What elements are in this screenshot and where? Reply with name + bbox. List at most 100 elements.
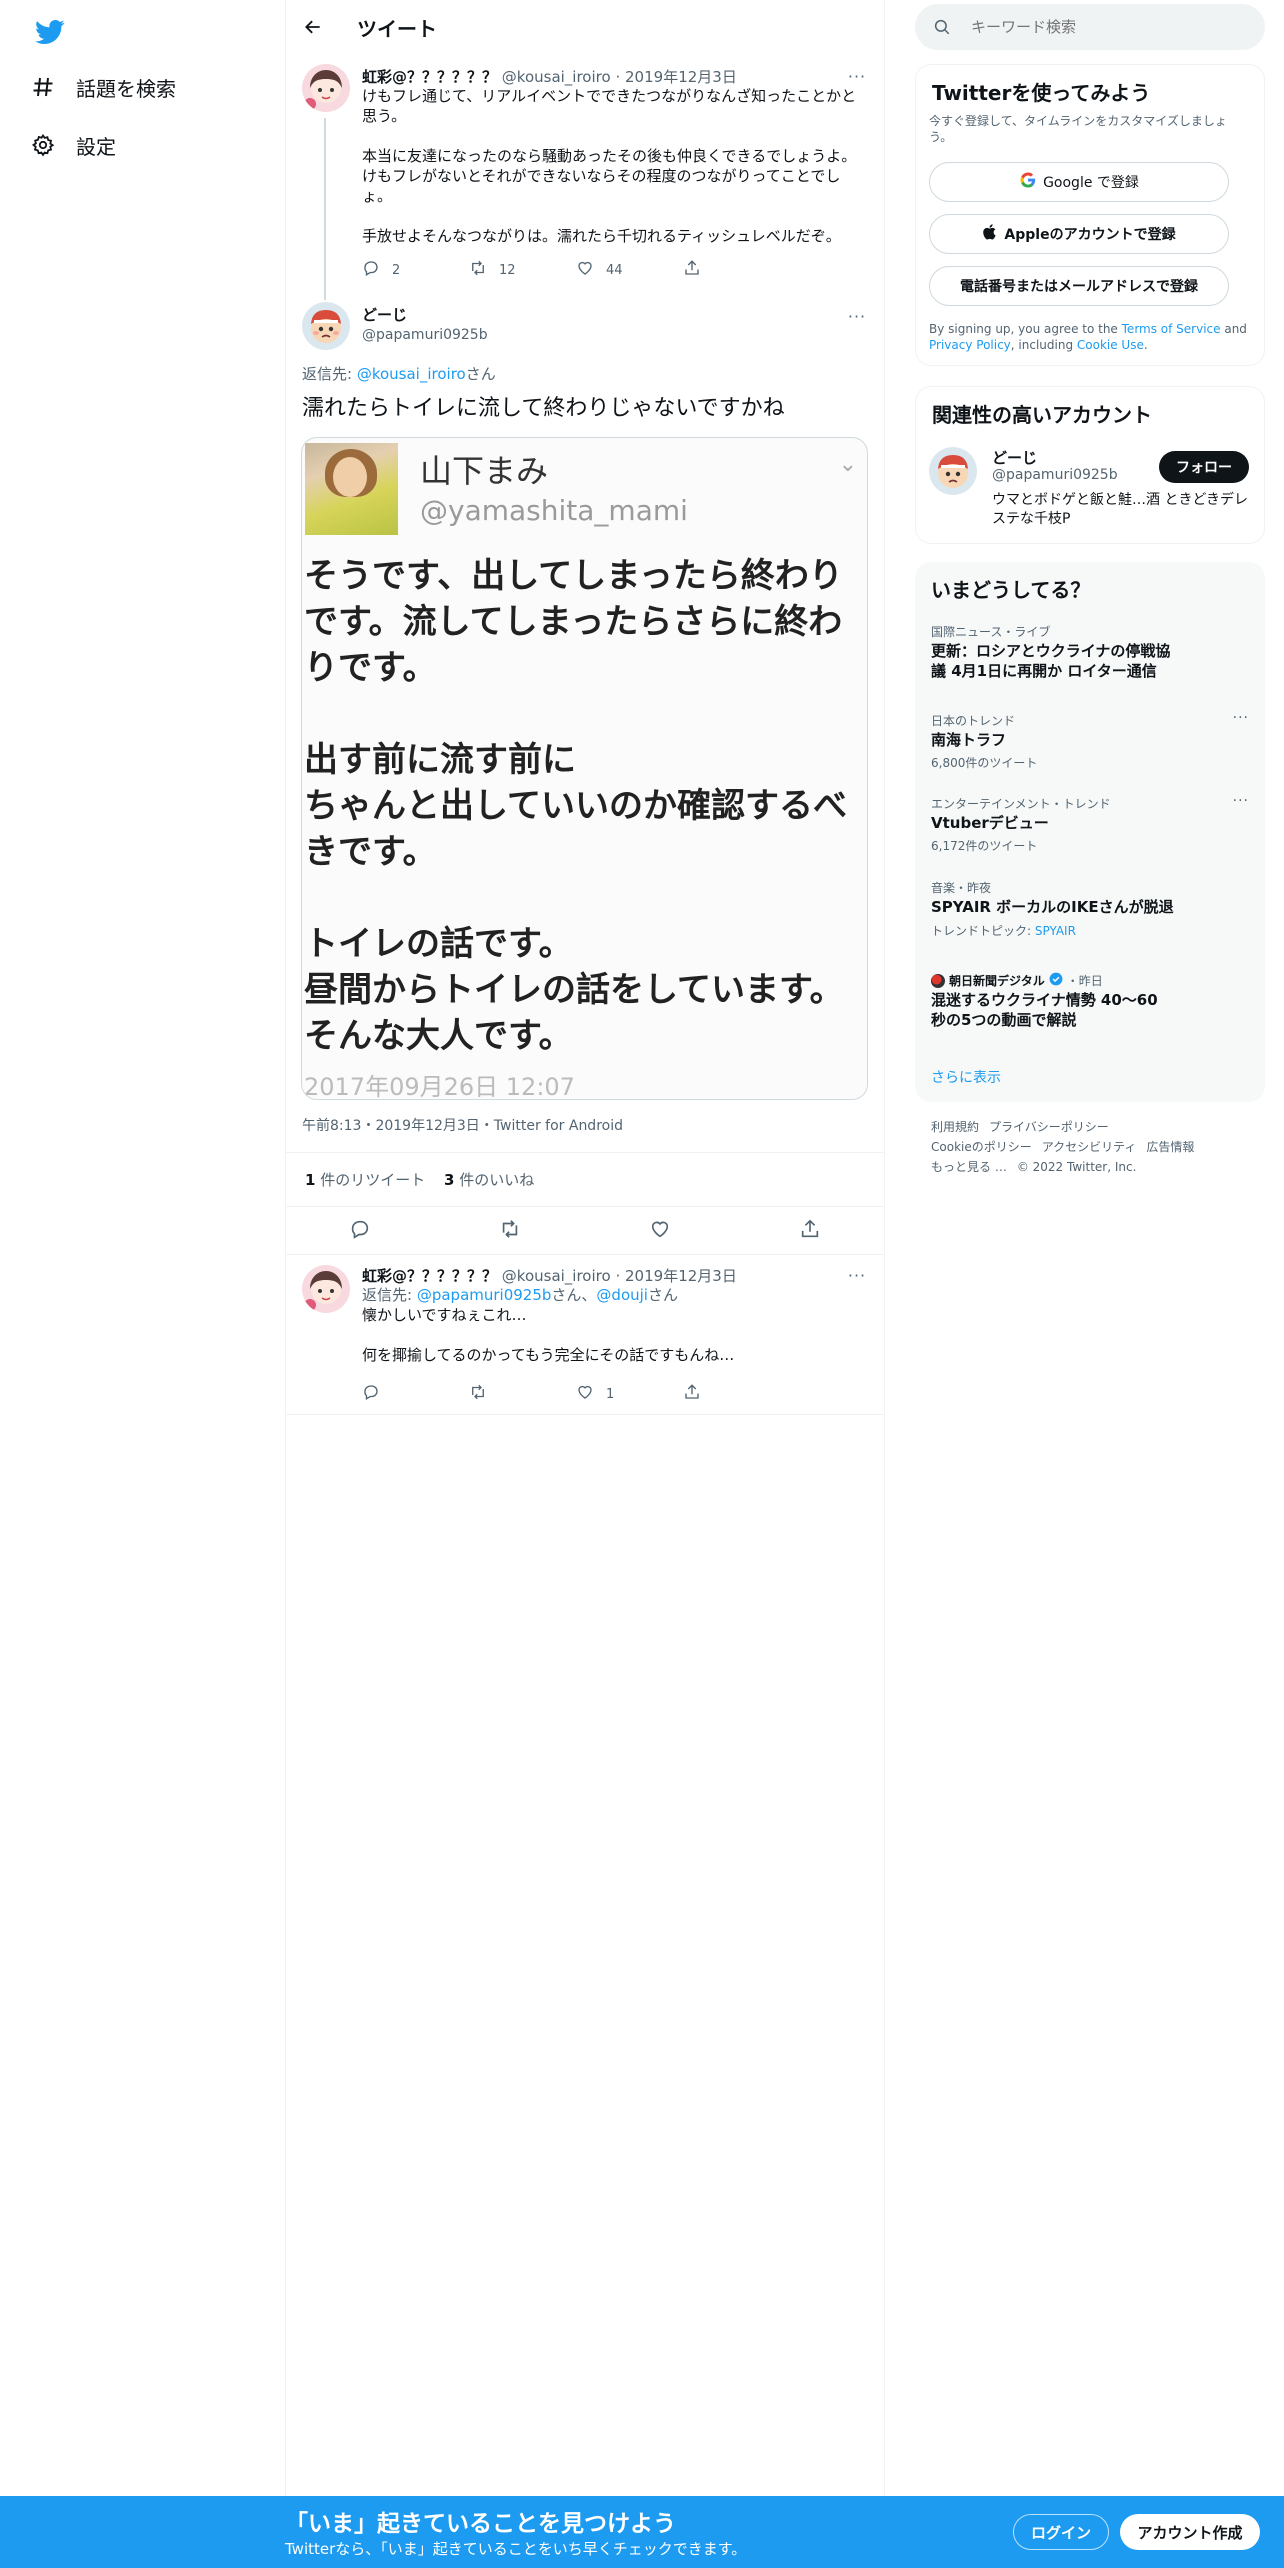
share-icon — [683, 1383, 701, 1405]
tweet-author-handle[interactable]: @papamuri0925b — [362, 327, 488, 343]
trend-category: エンターテインメント・トレンド — [931, 797, 1111, 811]
reply-button[interactable]: 2 — [362, 259, 469, 281]
reply-icon[interactable] — [345, 1214, 375, 1244]
like-button[interactable]: 44 — [576, 259, 683, 281]
tweet-text-line: 手放せよそんなつながりは。濡れたら千切れるティッシュレベルだぞ。 — [362, 227, 841, 245]
reply-to-link[interactable]: @douji — [596, 1286, 648, 1304]
focused-tweet-actions — [285, 1214, 885, 1244]
reply-button[interactable] — [362, 1383, 469, 1405]
avatar[interactable] — [302, 302, 350, 350]
cookie-link[interactable]: Cookie Use — [1077, 338, 1144, 352]
search-icon — [933, 18, 951, 36]
footer-link[interactable]: 利用規約 — [931, 1120, 979, 1134]
signup-legal: By signing up, you agree to the Terms of… — [929, 322, 1247, 352]
bottom-signup-bar: 「いま」起きていることを見つけよう Twitterなら、「いま」起きていることを… — [0, 2496, 1284, 2568]
apple-signup-button[interactable]: Appleのアカウントで登録 — [929, 214, 1229, 254]
tweet-author-name[interactable]: 虹彩@？？？？？？ — [362, 1267, 497, 1285]
trend-title[interactable]: Vtuberデビュー — [931, 813, 1049, 833]
bottom-bar-title: 「いま」起きていることを見つけよう — [285, 2511, 676, 2537]
like-stat[interactable]: 3 件のいいね — [444, 1171, 534, 1189]
tweet-author-name[interactable]: どーじ — [362, 304, 488, 325]
tweet-author-name[interactable]: 虹彩@？？？？？？ — [362, 68, 497, 86]
more-options-icon[interactable]: ··· — [847, 1265, 867, 1285]
avatar[interactable] — [302, 1265, 350, 1313]
trends-title: いまどうしてる？ — [931, 578, 1091, 602]
login-button[interactable]: ログイン — [1013, 2514, 1109, 2550]
parent-tweet[interactable]: 虹彩@？？？？？？ @kousai_iroiro · 2019年12月3日 ··… — [285, 54, 885, 300]
reply-to-link[interactable]: @kousai_iroiro — [357, 365, 466, 383]
like-button[interactable]: 1 — [576, 1383, 683, 1405]
reply-to-link[interactable]: @papamuri0925b — [417, 1286, 552, 1304]
trend-title[interactable]: SPYAIR ボーカルのIKEさんが脱退 — [931, 897, 1174, 917]
trend-title[interactable]: 更新：ロシアとウクライナの停戦協議 4月1日に再開か ロイター通信 — [931, 641, 1181, 681]
trend-category: 国際ニュース・ライブ — [931, 625, 1051, 639]
news-source-name[interactable]: 朝日新聞デジタル — [949, 972, 1045, 989]
apple-icon — [982, 223, 998, 245]
footer-link[interactable]: プライバシーポリシー — [989, 1120, 1109, 1134]
related-handle[interactable]: @papamuri0925b — [992, 467, 1118, 483]
trend-title[interactable]: 南海トラフ — [931, 730, 1006, 750]
follow-button[interactable]: フォロー — [1159, 451, 1249, 483]
tweet-stats: 1 件のリツイート 3 件のいいね — [305, 1169, 534, 1190]
more-options-icon[interactable]: ··· — [1233, 710, 1249, 726]
signup-button[interactable]: アカウント作成 — [1120, 2514, 1260, 2550]
share-button[interactable] — [683, 259, 790, 281]
related-name[interactable]: どーじ — [992, 447, 1037, 468]
retweet-icon[interactable] — [495, 1214, 525, 1244]
copyright: © 2022 Twitter, Inc. — [1016, 1160, 1137, 1174]
avatar[interactable] — [302, 64, 350, 112]
tweet-date[interactable]: 2019年12月3日 — [625, 68, 737, 86]
more-options-icon[interactable]: ··· — [847, 66, 867, 86]
share-button[interactable] — [683, 1383, 790, 1405]
verified-badge-icon — [1049, 972, 1063, 989]
back-arrow-icon[interactable] — [300, 14, 326, 40]
trend-count: 6,800件のツイート — [931, 756, 1038, 770]
twitter-bird-icon[interactable] — [30, 12, 70, 52]
main-column: ツイート 虹彩@？？？？？？ @kousai_iroiro · 2019年12月… — [285, 0, 885, 1415]
privacy-link[interactable]: Privacy Policy — [929, 338, 1011, 352]
reply-tweet[interactable]: 虹彩@？？？？？？ @kousai_iroiro · 2019年12月3日 ··… — [285, 1255, 885, 1415]
footer-link[interactable]: Cookieのポリシー — [931, 1140, 1032, 1154]
tweet-text-line: 本当に友達になったのなら騒動あったその後も仲良くできるでしょうよ。けもフレがない… — [362, 147, 857, 205]
google-signup-button[interactable]: Google で登録 — [929, 162, 1229, 202]
retweet-stat[interactable]: 1 件のリツイート — [305, 1171, 425, 1189]
trend-topic-link[interactable]: SPYAIR — [1035, 924, 1076, 938]
share-icon[interactable] — [795, 1214, 825, 1244]
trend-category: 日本のトレンド — [931, 714, 1016, 728]
nav-explore[interactable]: 話題を検索 — [30, 67, 176, 107]
trend-title[interactable]: 混迷するウクライナ情勢 40～60秒の5つの動画で解説 — [931, 990, 1171, 1030]
tweet-date[interactable]: 2019年12月3日 — [625, 1267, 737, 1285]
retweet-button[interactable] — [469, 1383, 576, 1405]
search-input[interactable] — [971, 4, 1251, 50]
footer-link[interactable]: 広告情報 — [1146, 1140, 1194, 1154]
embedded-handle: @yamashita_mami — [420, 494, 688, 527]
footer-link[interactable]: もっと見る … — [931, 1160, 1007, 1174]
tweet-author-handle[interactable]: @kousai_iroiro — [502, 68, 611, 86]
tweet-image[interactable]: 山下まみ @yamashita_mami ⌄ そうです、出してしまったら終わりで… — [301, 437, 868, 1100]
signup-subtitle: 今すぐ登録して、タイムラインをカスタマイズしましょう。 — [929, 114, 1227, 144]
embedded-name: 山下まみ — [420, 452, 549, 490]
tweet-author-handle[interactable]: @kousai_iroiro — [502, 1267, 611, 1285]
reply-to: 返信先: @papamuri0925bさん、@doujiさん — [362, 1286, 678, 1304]
heart-icon[interactable] — [645, 1214, 675, 1244]
phone-email-signup-button[interactable]: 電話番号またはメールアドレスで登録 — [929, 266, 1229, 306]
reply-to: 返信先: @kousai_iroiroさん — [302, 365, 496, 383]
terms-link[interactable]: Terms of Service — [1122, 322, 1221, 336]
bottom-bar-subtitle: Twitterなら、「いま」起きていることをいち早くチェックできます。 — [285, 2540, 747, 2558]
more-options-icon[interactable]: ··· — [847, 306, 867, 326]
page-title: ツイート — [357, 17, 437, 41]
embedded-date: 2017年09月26日 12:07 — [304, 1073, 575, 1100]
search-box[interactable] — [915, 4, 1265, 50]
related-title: 関連性の高いアカウント — [932, 403, 1152, 427]
reply-icon — [362, 259, 380, 281]
show-more-link[interactable]: さらに表示 — [931, 1067, 1001, 1087]
retweet-button[interactable]: 12 — [469, 259, 576, 281]
more-options-icon[interactable]: ··· — [1233, 793, 1249, 809]
footer-link[interactable]: アクセシビリティ — [1042, 1140, 1137, 1154]
avatar[interactable] — [929, 447, 977, 495]
divider — [285, 1414, 885, 1415]
chevron-down-icon: ⌄ — [838, 452, 857, 477]
tweet-meta: 午前8:13・2019年12月3日・Twitter for Android — [302, 1118, 623, 1134]
nav-settings[interactable]: 設定 — [30, 125, 116, 165]
tweet-text-line: 懐かしいですねぇこれ… — [362, 1306, 527, 1324]
